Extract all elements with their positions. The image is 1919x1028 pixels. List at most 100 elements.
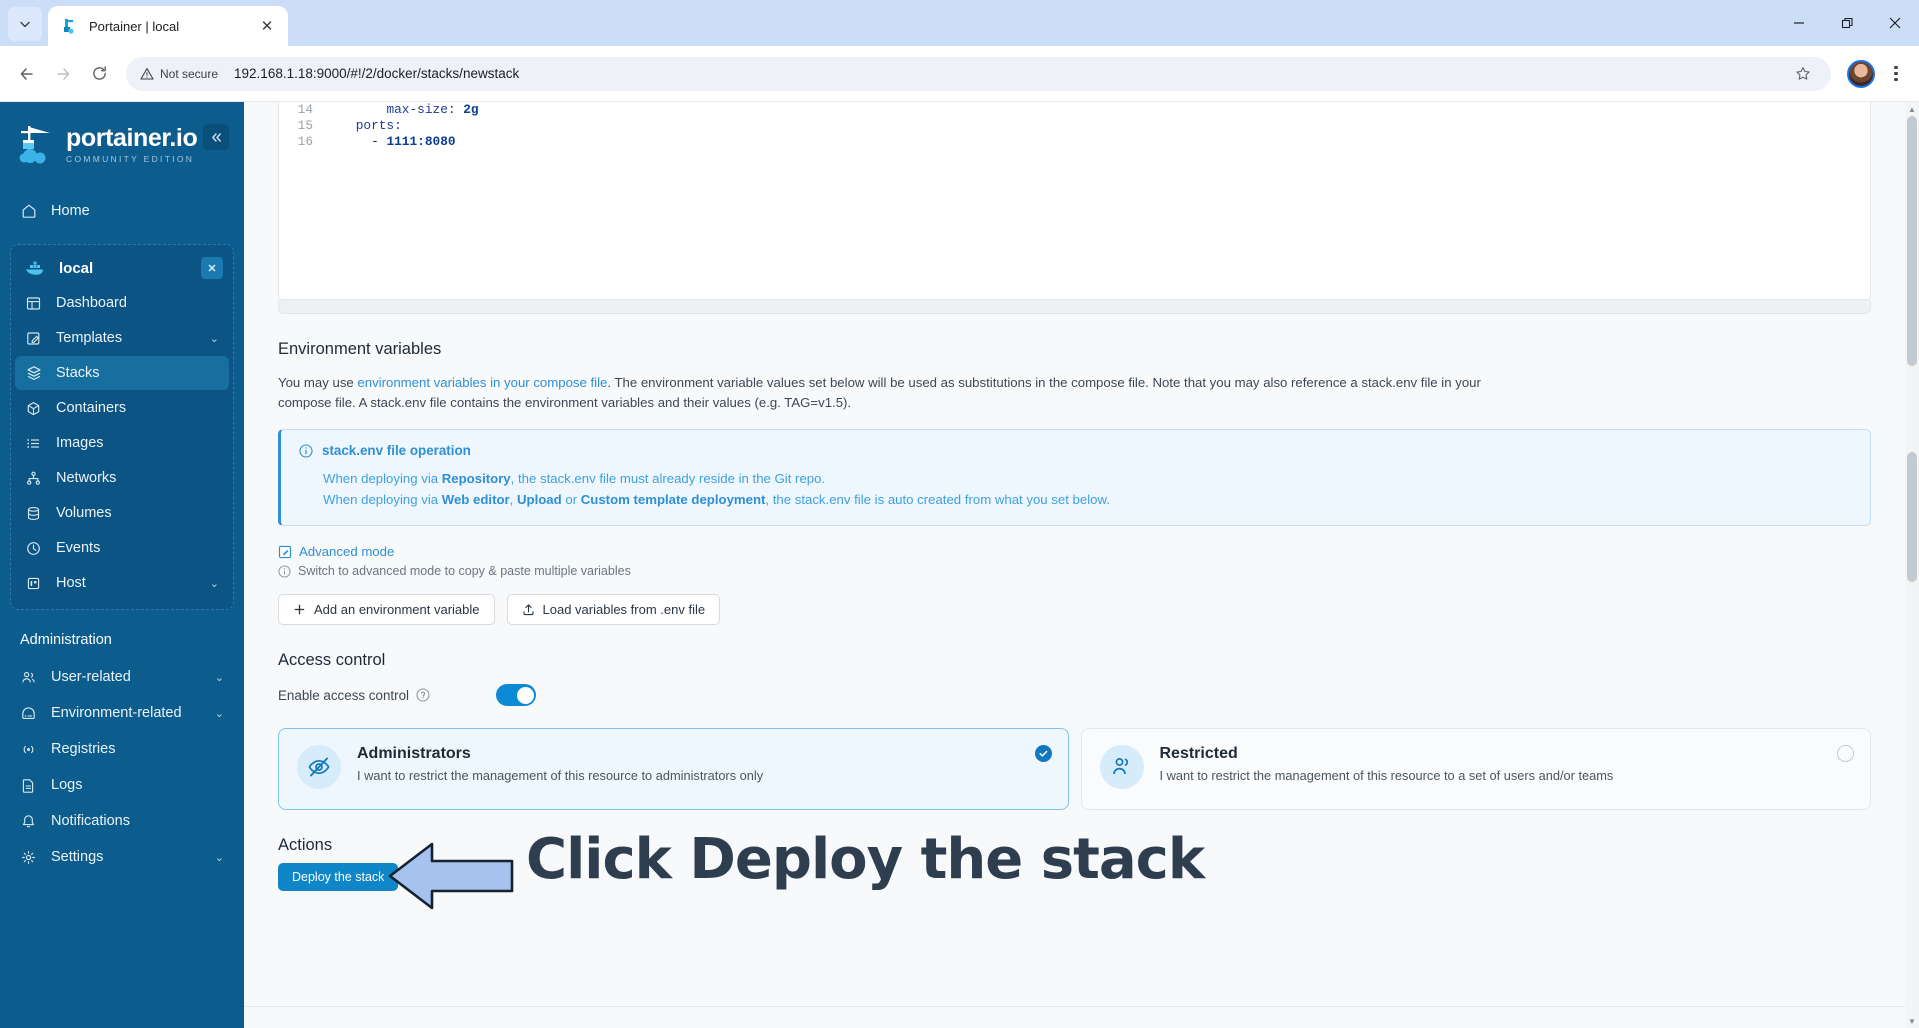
access-option-text: Administrators I want to restrict the ma… bbox=[357, 745, 763, 783]
host-icon bbox=[25, 575, 42, 592]
sidebar-item-dashboard[interactable]: Dashboard bbox=[15, 286, 229, 320]
sidebar-item-stacks[interactable]: Stacks bbox=[15, 356, 229, 390]
site-security-indicator[interactable]: Not secure bbox=[132, 63, 228, 85]
tab-list-button[interactable] bbox=[8, 7, 42, 41]
info-box-title-row: stack.env file operation bbox=[299, 443, 1852, 458]
forward-button[interactable] bbox=[46, 57, 80, 91]
advanced-mode-hint: Switch to advanced mode to copy & paste … bbox=[278, 564, 1871, 578]
stack-env-info-box: stack.env file operation When deploying … bbox=[278, 429, 1871, 526]
toggle-label-text: Enable access control bbox=[278, 687, 410, 703]
images-icon bbox=[25, 435, 42, 452]
sidebar-item-containers[interactable]: Containers bbox=[15, 391, 229, 425]
sidebar-item-events[interactable]: Events bbox=[15, 531, 229, 565]
sidebar-item-networks[interactable]: Networks bbox=[15, 461, 229, 495]
code-line: 14 max-size: 2g bbox=[279, 102, 1870, 118]
add-environment-variable-button[interactable]: Add an environment variable bbox=[278, 594, 495, 625]
info-box-title: stack.env file operation bbox=[322, 443, 471, 458]
main-scrollbar[interactable]: ▲ ▼ bbox=[1905, 102, 1919, 1028]
browser-toolbar: Not secure 192.168.1.18:9000/#!/2/docker… bbox=[0, 46, 1919, 102]
sidebar-item-label: Templates bbox=[56, 330, 123, 346]
chevron-down-icon bbox=[20, 21, 30, 28]
access-option-desc: I want to restrict the management of thi… bbox=[1159, 768, 1614, 783]
advanced-mode-toggle[interactable]: Advanced mode bbox=[278, 544, 1871, 559]
access-option-text: Restricted I want to restrict the manage… bbox=[1160, 745, 1614, 783]
profile-avatar[interactable] bbox=[1847, 59, 1875, 88]
sidebar-item-label: Environment-related bbox=[51, 705, 182, 721]
button-label: Load variables from .env file bbox=[542, 602, 706, 617]
sidebar-item-notifications[interactable]: Notifications bbox=[10, 804, 234, 838]
logo-title: portainer.io bbox=[66, 124, 198, 152]
sidebar-item-templates[interactable]: Templates ⌄ bbox=[15, 321, 229, 355]
eye-off-icon bbox=[297, 745, 341, 789]
load-env-file-button[interactable]: Load variables from .env file bbox=[506, 594, 721, 625]
access-option-desc: I want to restrict the management of thi… bbox=[357, 768, 764, 783]
scroll-up-button[interactable]: ▲ bbox=[1905, 102, 1919, 116]
scrollbar-thumb[interactable] bbox=[1907, 116, 1917, 366]
info-box-body: When deploying via Repository, the stack… bbox=[299, 468, 1852, 510]
enable-access-control-toggle[interactable] bbox=[496, 684, 536, 706]
check-circle-icon[interactable] bbox=[1034, 745, 1052, 762]
environment-close-icon[interactable]: ✕ bbox=[201, 257, 223, 279]
scroll-down-button[interactable]: ▼ bbox=[1905, 1014, 1919, 1028]
access-option-title: Administrators bbox=[357, 745, 471, 762]
window-minimize-button[interactable] bbox=[1775, 0, 1823, 46]
access-option-restricted[interactable]: Restricted I want to restrict the manage… bbox=[1080, 728, 1871, 810]
portainer-favicon bbox=[64, 18, 74, 34]
sidebar-item-user-related[interactable]: User-related ⌄ bbox=[10, 660, 234, 694]
security-label: Not secure bbox=[160, 66, 219, 81]
compose-editor[interactable]: 14 max-size: 2g 15 ports: 16 - 1111:8080 bbox=[278, 102, 1871, 300]
window-controls bbox=[1775, 0, 1919, 46]
sidebar-item-label: Host bbox=[56, 575, 86, 591]
browser-menu-button[interactable] bbox=[1883, 57, 1909, 91]
advanced-mode-label: Advanced mode bbox=[299, 544, 395, 559]
info-line-repository: When deploying via Repository, the stack… bbox=[323, 471, 826, 486]
sidebar-item-images[interactable]: Images bbox=[15, 426, 229, 460]
form-content: Environment variables You may use enviro… bbox=[244, 340, 1919, 910]
sidebar: portainer.io COMMUNITY EDITION Home loca… bbox=[0, 102, 244, 1028]
sidebar-collapse-button[interactable] bbox=[203, 124, 229, 150]
deploy-stack-button[interactable]: Deploy the stack bbox=[278, 863, 399, 891]
sidebar-item-volumes[interactable]: Volumes bbox=[15, 496, 229, 530]
sidebar-item-host[interactable]: Host ⌄ bbox=[15, 566, 229, 600]
gear-icon bbox=[20, 849, 37, 866]
back-button[interactable] bbox=[10, 57, 44, 91]
window-close-button[interactable] bbox=[1871, 0, 1919, 46]
info-circle-icon bbox=[278, 564, 291, 578]
compose-docs-link[interactable]: environment variables in your compose fi… bbox=[357, 375, 607, 390]
sidebar-item-registries[interactable]: Registries bbox=[10, 732, 234, 766]
volumes-icon bbox=[25, 505, 42, 522]
code-value: 2g bbox=[455, 102, 479, 117]
sidebar-item-label: Registries bbox=[51, 741, 116, 757]
sidebar-item-environment-related[interactable]: Environment-related ⌄ bbox=[10, 696, 234, 730]
sidebar-item-label: Events bbox=[56, 540, 101, 556]
page-bottom-strip bbox=[244, 1006, 1919, 1028]
bookmark-star-icon[interactable] bbox=[1789, 60, 1817, 88]
sidebar-administration-title: Administration bbox=[20, 632, 112, 648]
warning-triangle-icon bbox=[140, 67, 154, 80]
browser-tab[interactable]: Portainer | local ✕ bbox=[48, 6, 288, 46]
reload-button[interactable] bbox=[82, 57, 116, 91]
networks-icon bbox=[25, 470, 42, 487]
editor-panel-footer bbox=[278, 300, 1871, 314]
access-option-administrators[interactable]: Administrators I want to restrict the ma… bbox=[278, 728, 1069, 810]
docker-whale-icon bbox=[26, 261, 43, 275]
scrollbar-thumb-secondary[interactable] bbox=[1907, 452, 1917, 582]
tab-close-icon[interactable]: ✕ bbox=[256, 15, 278, 37]
sidebar-environment-header[interactable]: local ✕ bbox=[15, 251, 229, 285]
browser-tabstrip: Portainer | local ✕ bbox=[0, 0, 1919, 46]
window-maximize-button[interactable] bbox=[1823, 0, 1871, 46]
sidebar-item-home[interactable]: Home bbox=[10, 194, 234, 228]
code-line: 15 ports: bbox=[279, 118, 1870, 134]
sidebar-item-logs[interactable]: Logs bbox=[10, 768, 234, 802]
code-line: 16 - 1111:8080 bbox=[279, 134, 1870, 150]
sidebar-item-settings[interactable]: Settings ⌄ bbox=[10, 840, 234, 874]
events-clock-icon bbox=[25, 540, 42, 557]
chevron-down-icon: ⌄ bbox=[214, 707, 224, 720]
access-control-toggle-row: Enable access control bbox=[278, 684, 1871, 706]
registries-icon bbox=[20, 741, 37, 758]
omnibox[interactable]: Not secure 192.168.1.18:9000/#!/2/docker… bbox=[126, 56, 1831, 91]
radio-empty-icon[interactable] bbox=[1837, 745, 1854, 762]
question-circle-icon[interactable] bbox=[416, 688, 430, 702]
upload-icon bbox=[522, 604, 534, 616]
